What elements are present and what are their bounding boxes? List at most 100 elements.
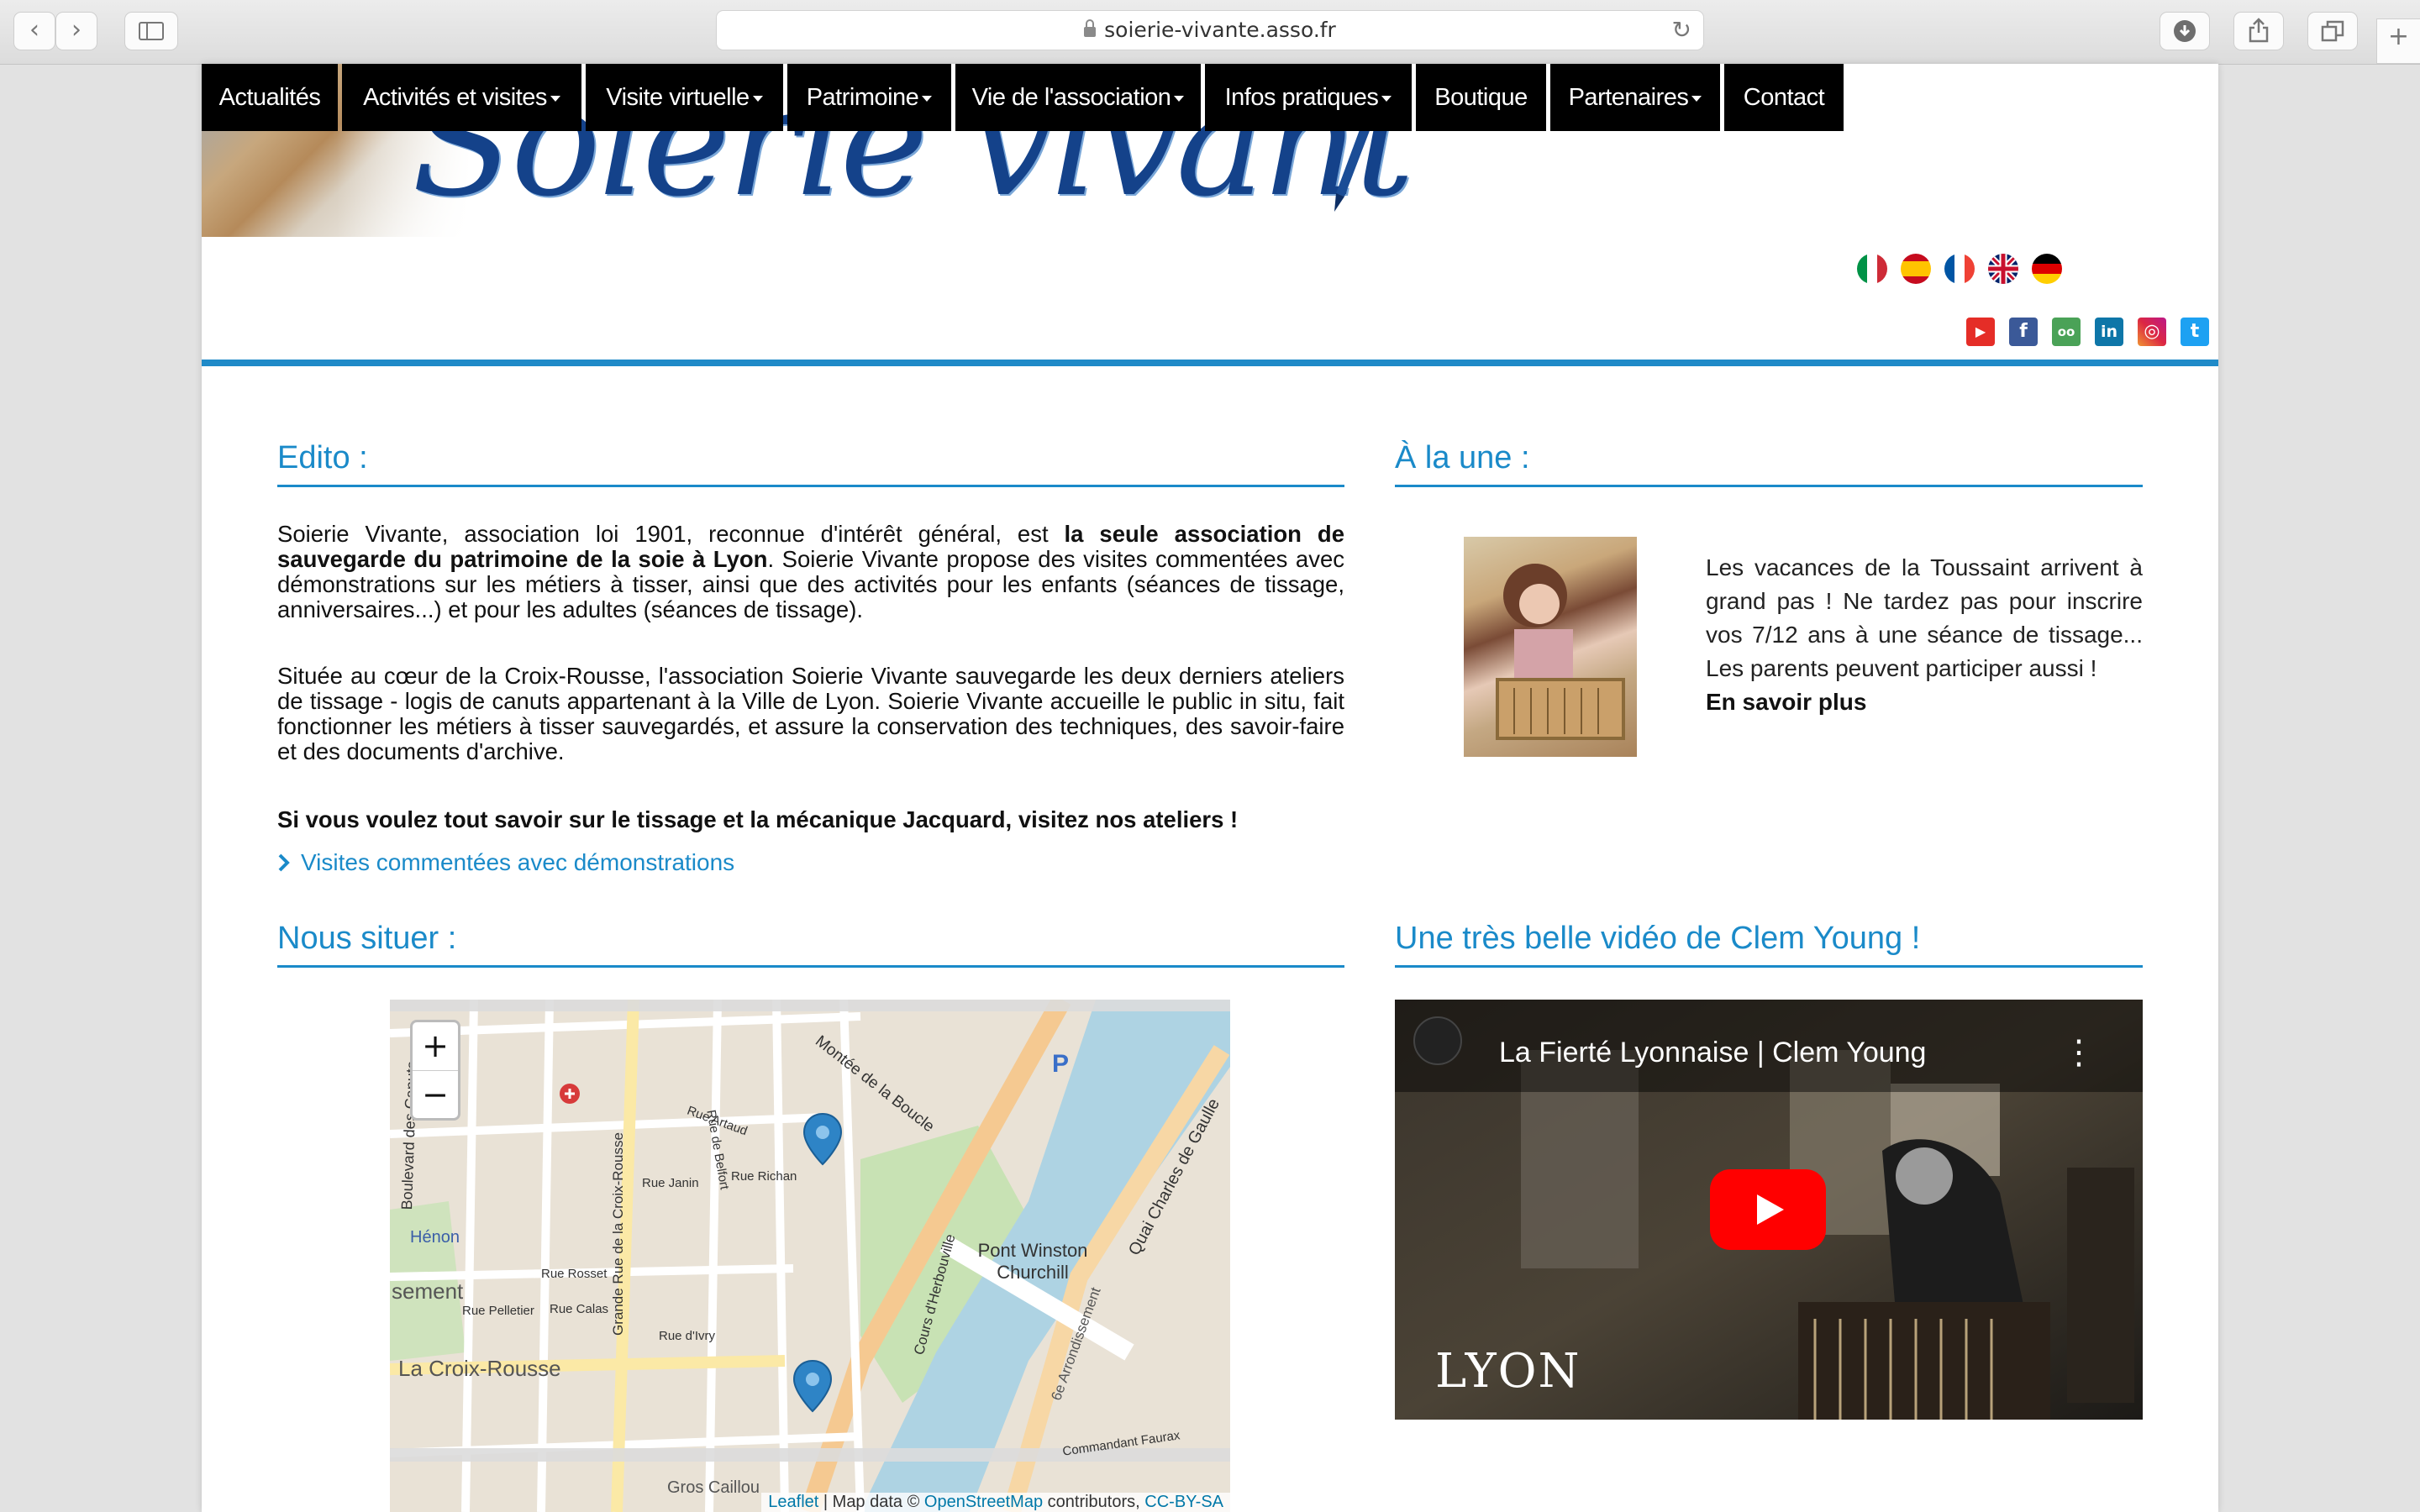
caret-down-icon — [922, 95, 933, 102]
address-bar[interactable]: soierie-vivante.asso.fr ↻ — [716, 10, 1704, 50]
map-label-rue-calas: Rue Calas — [550, 1302, 609, 1316]
video-menu-icon[interactable]: ⋮ — [2062, 1033, 2096, 1072]
map-label-gros-caillou: Gros Caillou — [667, 1478, 760, 1497]
zoom-in-button[interactable]: + — [413, 1022, 458, 1071]
nav-label: Boutique — [1434, 84, 1528, 111]
youtube-video-player[interactable]: La Fierté Lyonnaise | Clem Young ⋮ LYON — [1395, 1000, 2143, 1420]
uk-flag-icon[interactable] — [1988, 254, 2018, 284]
map-label-pont: Pont Winston Churchill — [977, 1240, 1088, 1283]
download-icon — [2174, 20, 2196, 42]
openstreetmap-link[interactable]: OpenStreetMap — [924, 1493, 1043, 1511]
forward-icon: › — [71, 15, 82, 45]
header-divider — [202, 360, 2218, 366]
browser-toolbar: ‹ › soierie-vivante.asso.fr ↻ + — [0, 0, 2420, 65]
back-button[interactable]: ‹ — [13, 12, 55, 50]
visites-link[interactable]: Visites commentées avec démonstrations — [277, 849, 734, 876]
uk-cross-shape — [1988, 254, 2018, 284]
en-savoir-plus-link[interactable]: En savoir plus — [1706, 689, 1866, 715]
map-label-grande-rue: Grande Rue de la Croix-Rousse — [610, 1132, 626, 1336]
twitter-icon[interactable]: t — [2181, 318, 2209, 346]
linkedin-glyph: in — [2100, 323, 2118, 341]
nav-infos-pratiques[interactable]: Infos pratiques — [1205, 64, 1412, 131]
caret-down-icon — [752, 95, 763, 102]
tripadvisor-icon[interactable]: oo — [2052, 318, 2081, 346]
nav-activites-et-visites[interactable]: Activités et visites — [342, 64, 581, 131]
edito-paragraph-2: Située au cœur de la Croix-Rousse, l'ass… — [277, 663, 1344, 764]
nav-partenaires[interactable]: Partenaires — [1550, 64, 1720, 131]
nav-label: Activités et visites — [363, 84, 547, 111]
license-link[interactable]: CC-BY-SA — [1144, 1493, 1223, 1511]
nav-actualites[interactable]: Actualités — [202, 64, 338, 131]
zoom-out-button[interactable]: − — [413, 1071, 458, 1119]
back-icon: ‹ — [29, 15, 39, 45]
youtube-glyph: ▶ — [1975, 323, 1986, 339]
map-attribution: Leaflet | Map data © OpenStreetMap contr… — [761, 1493, 1230, 1512]
linkedin-icon[interactable]: in — [2095, 318, 2123, 346]
nav-patrimoine[interactable]: Patrimoine — [787, 64, 951, 131]
italian-flag-icon[interactable] — [1857, 254, 1887, 284]
caret-down-icon — [1174, 95, 1185, 102]
url-text: soierie-vivante.asso.fr — [1104, 18, 1336, 42]
spanish-flag-icon[interactable] — [1901, 254, 1931, 284]
sidebar-icon — [139, 22, 164, 40]
map-tiles — [390, 1000, 1230, 1512]
map-marker-icon[interactable] — [792, 1359, 834, 1413]
instagram-icon[interactable]: ◎ — [2138, 318, 2166, 346]
new-tab-button[interactable]: + — [2376, 18, 2420, 64]
downloads-button[interactable] — [2160, 12, 2210, 50]
tripadvisor-glyph: oo — [2057, 324, 2075, 339]
visites-link-label: Visites commentées avec démonstrations — [301, 849, 735, 875]
nous-situer-heading: Nous situer : — [277, 921, 1344, 968]
nav-contact[interactable]: Contact — [1724, 64, 1844, 131]
caret-down-icon — [550, 95, 560, 102]
tabs-overview-button[interactable] — [2307, 12, 2358, 50]
a-la-une-heading: À la une : — [1395, 440, 2143, 487]
attribution-text: contributors, — [1043, 1493, 1145, 1511]
sidebar-toggle-button[interactable] — [124, 12, 178, 50]
share-button[interactable] — [2233, 12, 2284, 50]
map-marker-icon[interactable] — [802, 1112, 844, 1166]
nav-visite-virtuelle[interactable]: Visite virtuelle — [586, 64, 783, 131]
video-heading: Une très belle vidéo de Clem Young ! — [1395, 921, 2143, 968]
nav-label: Vie de l'association — [971, 84, 1171, 111]
map-label-rue-janin: Rue Janin — [642, 1176, 699, 1190]
video-title[interactable]: La Fierté Lyonnaise | Clem Young — [1499, 1037, 1926, 1069]
loom-illustration — [1496, 564, 1625, 740]
nav-label: Contact — [1743, 84, 1825, 111]
channel-avatar[interactable] — [1413, 1016, 1462, 1065]
youtube-icon[interactable]: ▶ — [1966, 318, 1995, 346]
german-flag-icon[interactable] — [2032, 254, 2062, 284]
map-label-rue-divry: Rue d'Ivry — [659, 1329, 716, 1343]
plus-icon: + — [2387, 22, 2410, 51]
chevron-right-icon — [278, 853, 290, 872]
facebook-icon[interactable]: f — [2009, 318, 2038, 346]
share-icon — [2249, 18, 2269, 43]
reload-icon[interactable]: ↻ — [1672, 11, 1691, 50]
forward-button[interactable]: › — [55, 12, 97, 50]
tabs-icon — [2321, 20, 2344, 42]
video-overlay-text: LYON — [1435, 1344, 1581, 1399]
child-weaving-photo[interactable] — [1464, 537, 1637, 757]
nav-label: Infos pratiques — [1224, 84, 1379, 111]
caret-down-icon — [1691, 95, 1702, 102]
caret-down-icon — [1381, 95, 1392, 102]
a-la-une-body: Les vacances de la Toussaint arrivent à … — [1706, 554, 2143, 681]
map-label-rue-pelletier: Rue Pelletier — [462, 1304, 534, 1318]
french-flag-icon[interactable] — [1944, 254, 1975, 284]
map-label-croix-rousse: La Croix-Rousse — [398, 1356, 561, 1381]
lock-icon — [1084, 19, 1097, 37]
nav-vie-association[interactable]: Vie de l'association — [955, 64, 1201, 131]
leaflet-link[interactable]: Leaflet — [768, 1493, 818, 1511]
map-label-sement: sement — [392, 1278, 464, 1304]
attribution-text: | Map data © — [818, 1493, 924, 1511]
map-label-rue-rosset: Rue Rosset — [541, 1267, 608, 1281]
map-label-henon: Hénon — [410, 1228, 460, 1247]
play-button[interactable] — [1710, 1169, 1826, 1250]
edito-paragraph-3: Si vous voulez tout savoir sur le tissag… — [277, 806, 1239, 832]
twitter-glyph: t — [2190, 321, 2200, 342]
location-map[interactable]: Montée de la Boucle Pont Winston Churchi… — [390, 1000, 1230, 1512]
parking-icon: P — [1052, 1050, 1070, 1078]
edito-heading: Edito : — [277, 440, 1344, 487]
nav-boutique[interactable]: Boutique — [1416, 64, 1546, 131]
a-la-une-text: Les vacances de la Toussaint arrivent à … — [1706, 551, 2143, 719]
